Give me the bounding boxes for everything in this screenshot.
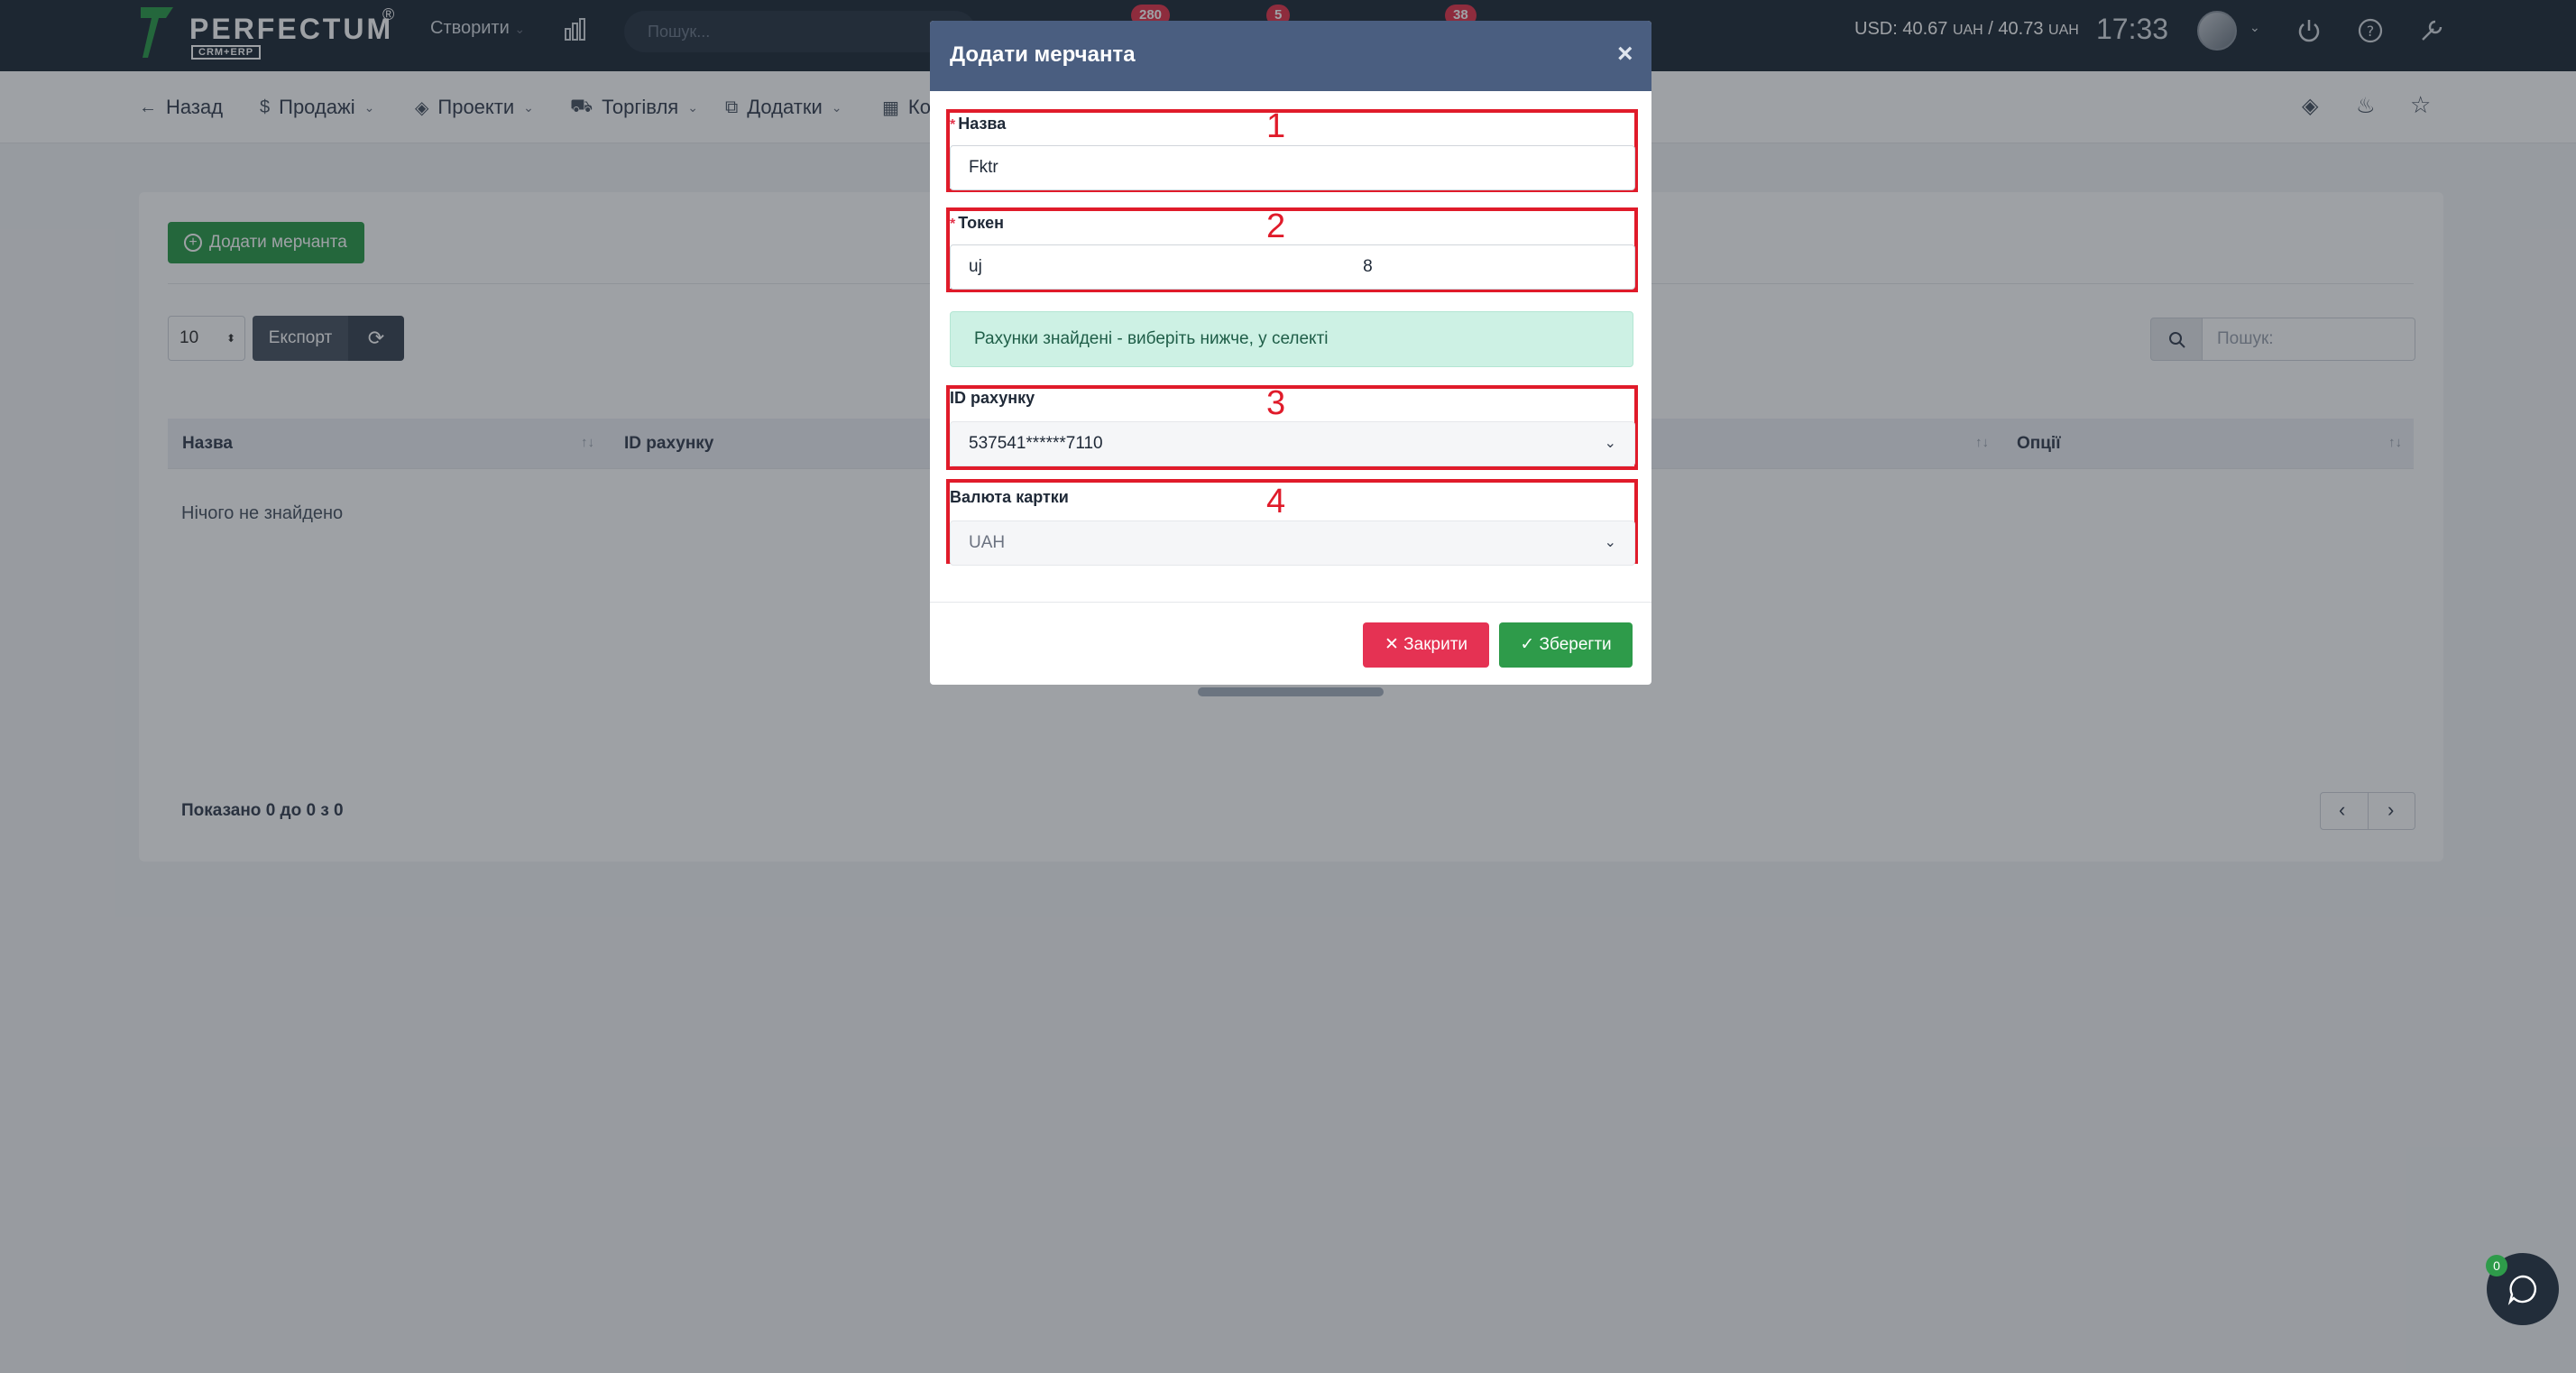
name-label-text: Назва [958,115,1007,133]
horizontal-scrollbar[interactable] [1198,687,1384,696]
annotation-number: 4 [1266,483,1286,521]
accounts-found-alert: Рахунки знайдені - виберіть нижче, у сел… [950,311,1633,367]
close-button[interactable]: ✕ Закрити [1363,622,1489,668]
modal-footer-divider [930,602,1651,603]
card-currency-value: UAH [969,533,1006,552]
card-currency-select[interactable]: UAH ⌄ [950,521,1635,566]
check-icon: ✓ [1520,635,1540,654]
token-label: * Токен [950,214,1004,233]
name-input[interactable]: Fktr [950,145,1635,190]
required-marker: * [950,217,956,232]
chat-badge: 0 [2486,1255,2507,1276]
name-label: * Назва [950,115,1006,134]
card-currency-label: Валюта картки [950,488,1069,506]
add-merchant-modal: Додати мерчанта × * Назва Fktr 1 * Токен u… [930,21,1651,685]
chevron-down-icon: ⌄ [1604,535,1616,550]
chat-icon [2507,1275,2536,1305]
annotation-number: 3 [1266,384,1286,422]
modal-header: Додати мерчанта × [930,21,1651,91]
close-button-label: Закрити [1403,635,1468,654]
chevron-down-icon: ⌄ [1604,436,1616,451]
modal-title: Додати мерчанта [950,42,1136,67]
x-icon: ✕ [1384,635,1404,654]
account-id-select[interactable]: 537541******7110 ⌄ [950,421,1635,466]
annotation-number: 2 [1266,207,1286,245]
token-label-text: Токен [958,214,1004,232]
token-input[interactable]: uj 8 [950,244,1635,290]
annotation-number: 1 [1266,107,1286,145]
required-marker: * [950,117,956,133]
account-id-label: ID рахунку [950,389,1035,407]
account-id-value: 537541******7110 [969,434,1103,453]
save-button[interactable]: ✓ Зберегти [1499,622,1633,668]
close-icon[interactable]: × [1617,39,1633,69]
save-button-label: Зберегти [1539,635,1612,654]
